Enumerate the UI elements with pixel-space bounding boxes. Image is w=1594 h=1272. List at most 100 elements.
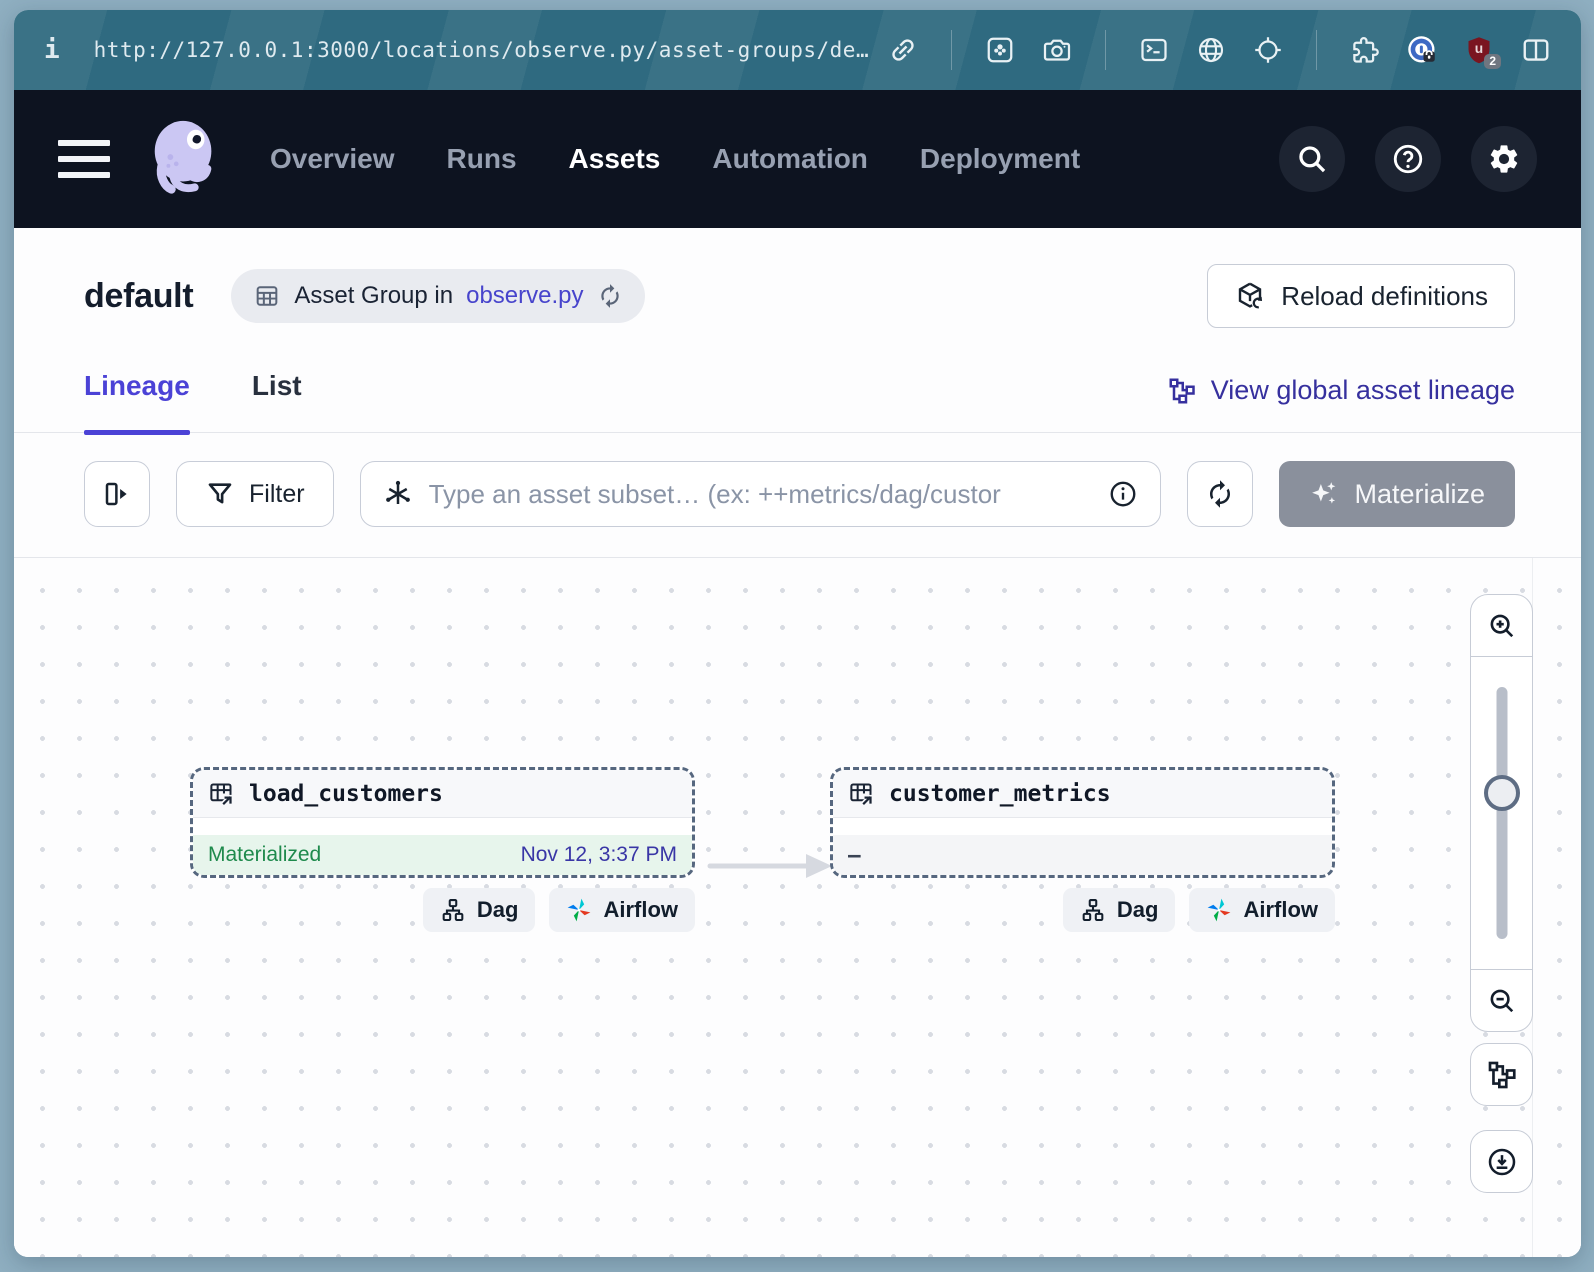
search-button[interactable] [1279, 126, 1345, 192]
crosshair-icon[interactable] [1253, 35, 1283, 65]
asset-tags-load-customers: Dag Airflow [190, 888, 695, 932]
tag-dag[interactable]: Dag [423, 888, 536, 932]
reload-definitions-label: Reload definitions [1281, 281, 1488, 312]
lineage-canvas[interactable]: load_customers Materialized Nov 12, 3:37… [14, 557, 1581, 1257]
download-icon [1486, 1146, 1518, 1178]
link-icon[interactable] [888, 35, 918, 65]
asset-tags-customer-metrics: Dag Airflow [830, 888, 1335, 932]
nav-item-automation[interactable]: Automation [712, 143, 868, 175]
asset-node-load-customers[interactable]: load_customers Materialized Nov 12, 3:37… [190, 767, 695, 878]
download-button[interactable] [1470, 1130, 1533, 1193]
dagster-logo[interactable] [144, 115, 226, 203]
asset-node-status-row: – [833, 835, 1332, 875]
reload-definitions-button[interactable]: Reload definitions [1207, 264, 1515, 328]
status-label: – [848, 843, 861, 867]
status-timestamp[interactable]: Nov 12, 3:37 PM [521, 843, 677, 867]
tabs-row: Lineage List View global asset lineage [14, 370, 1581, 433]
refresh-lineage-button[interactable] [1187, 461, 1253, 527]
info-glyph-icon: i [44, 35, 60, 65]
airflow-icon [1206, 897, 1232, 923]
tag-airflow[interactable]: Airflow [1189, 888, 1335, 932]
asset-node-name: customer_metrics [889, 781, 1111, 807]
info-icon [1108, 479, 1138, 509]
nav-item-runs[interactable]: Runs [447, 143, 517, 175]
extension-frame-icon[interactable] [985, 35, 1015, 65]
nav-item-assets[interactable]: Assets [569, 143, 661, 175]
asset-subset-icon [383, 479, 413, 509]
asset-group-icon [253, 282, 281, 310]
observe-py-link[interactable]: observe.py [466, 282, 583, 310]
lineage-graph-icon [1486, 1059, 1518, 1091]
adblock-shield-icon[interactable]: u 2 [1464, 35, 1494, 65]
materialize-label: Materialize [1354, 479, 1485, 510]
lineage-toolbar: Filter Materialize [14, 433, 1581, 557]
url-bar[interactable]: http://127.0.0.1:3000/locations/observe.… [94, 38, 869, 62]
dag-icon [1080, 897, 1106, 923]
globe-icon[interactable] [1196, 35, 1226, 65]
split-view-icon[interactable] [1521, 35, 1551, 65]
navbar-actions [1279, 126, 1537, 192]
asset-node-header: load_customers [193, 770, 692, 818]
page-header: default Asset Group in observe.py Reload… [14, 228, 1581, 328]
gear-button[interactable] [1471, 126, 1537, 192]
funnel-icon [205, 479, 235, 509]
toolbar-divider [1105, 30, 1106, 70]
main-content: default Asset Group in observe.py Reload… [14, 228, 1581, 1257]
browser-toolbar-icons: u 2 [888, 30, 1551, 70]
browser-titlebar: i http://127.0.0.1:3000/locations/observ… [14, 10, 1581, 90]
filter-label: Filter [249, 480, 305, 509]
zoom-panel [1470, 594, 1533, 1032]
nav-item-overview[interactable]: Overview [270, 143, 395, 175]
tag-dag[interactable]: Dag [1063, 888, 1176, 932]
app-window: i http://127.0.0.1:3000/locations/observ… [14, 10, 1581, 1257]
canvas-gutter [1532, 558, 1557, 1257]
asset-subset-search[interactable] [360, 461, 1162, 527]
tag-airflow[interactable]: Airflow [549, 888, 695, 932]
asset-subset-input[interactable] [429, 479, 1093, 510]
refresh-icon [1205, 479, 1235, 509]
fit-lineage-button[interactable] [1470, 1043, 1533, 1106]
toolbar-divider [951, 30, 952, 70]
asset-node-customer-metrics[interactable]: customer_metrics – [830, 767, 1335, 878]
zoom-out-icon [1487, 986, 1517, 1016]
hamburger-menu-icon[interactable] [58, 140, 110, 178]
materialize-button[interactable]: Materialize [1279, 461, 1515, 527]
shield-badge: 2 [1484, 54, 1501, 69]
camera-icon[interactable] [1042, 35, 1072, 65]
asset-group-badge-text: Asset Group in [294, 282, 453, 310]
expand-panel-button[interactable] [84, 461, 150, 527]
help-button[interactable] [1375, 126, 1441, 192]
expand-panel-icon [102, 479, 132, 509]
asset-table-icon [208, 780, 235, 807]
zoom-in-button[interactable] [1471, 595, 1532, 657]
asset-node-status-row: Materialized Nov 12, 3:37 PM [193, 835, 692, 875]
primary-nav: Overview Runs Assets Automation Deployme… [270, 143, 1080, 175]
zoom-slider-thumb[interactable] [1484, 775, 1520, 811]
tag-label: Dag [477, 897, 519, 923]
tab-list[interactable]: List [252, 370, 302, 432]
badge-refresh-icon[interactable] [597, 283, 623, 309]
status-label: Materialized [208, 843, 321, 867]
view-global-asset-lineage-link[interactable]: View global asset lineage [1167, 375, 1515, 432]
filter-button[interactable]: Filter [176, 461, 334, 527]
zoom-in-icon [1487, 611, 1517, 641]
tag-label: Airflow [1243, 897, 1318, 923]
nav-item-deployment[interactable]: Deployment [920, 143, 1080, 175]
edge-arrow [704, 848, 838, 884]
sparkles-icon [1309, 479, 1339, 509]
airflow-icon [566, 897, 592, 923]
zoom-out-button[interactable] [1471, 969, 1532, 1031]
view-global-asset-lineage-label: View global asset lineage [1211, 375, 1515, 406]
svg-text:u: u [1475, 41, 1483, 56]
reload-cube-icon [1234, 280, 1266, 312]
asset-node-body [833, 818, 1332, 835]
password-manager-icon[interactable] [1407, 35, 1437, 65]
asset-node-name: load_customers [249, 781, 443, 807]
puzzle-icon[interactable] [1350, 35, 1380, 65]
zoom-slider-track[interactable] [1496, 687, 1507, 939]
terminal-icon[interactable] [1139, 35, 1169, 65]
asset-table-icon [848, 780, 875, 807]
zoom-slider[interactable] [1471, 657, 1532, 969]
tab-lineage[interactable]: Lineage [84, 370, 190, 432]
asset-group-badge: Asset Group in observe.py [231, 269, 644, 323]
